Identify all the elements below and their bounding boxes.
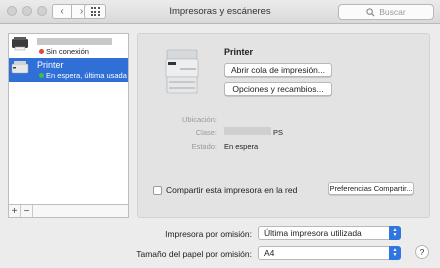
printer-list[interactable]: Sin conexión Printer En espera, última u… [8,33,129,205]
search-icon [366,7,375,17]
default-printer-label: Impresora por omisión: [165,229,252,239]
minus-icon: − [23,205,30,217]
sharing-preferences-button[interactable]: Preferencias Compartir... [328,182,414,195]
share-printer-checkbox[interactable] [153,185,162,195]
options-supplies-button[interactable]: Opciones y recambios... [224,82,332,96]
default-paper-size-label: Tamaño del papel por omisión: [136,249,252,259]
printer-status: En espera, última usada [39,71,127,80]
idle-status-dot [39,73,44,78]
printer-title: Printer [224,47,254,57]
printer-name-redacted [37,36,112,45]
default-printer-value: Última impresora utilizada [264,228,362,238]
share-printer-row: Compartir esta impresora en la red [153,185,297,195]
title-bar: ‹ › Impresoras y escáneres Buscar [0,0,440,24]
search-placeholder: Buscar [379,7,406,17]
printer-status-text: Sin conexión [46,47,89,56]
printer-status-text: En espera, última usada [46,71,127,80]
add-printer-button[interactable]: + [9,205,21,217]
printer-list-item-selected[interactable]: Printer En espera, última usada [9,58,128,82]
printer-list-item[interactable]: Sin conexión [9,34,128,58]
printer-detail-pane: Printer Abrir cola de impresión... Opcio… [137,33,430,218]
kind-value-redacted [224,127,271,135]
printer-thumbnail-icon [11,61,29,74]
offline-status-dot [39,49,44,54]
search-field[interactable]: Buscar [338,4,434,20]
status-label: Estado: [191,142,217,151]
printer-status: Sin conexión [39,47,89,56]
remove-printer-button[interactable]: − [21,205,33,217]
printer-image [165,49,199,94]
question-mark-icon: ? [419,247,425,257]
location-label: Ubicación: [181,115,217,124]
printer-thumbnail-icon [12,37,28,51]
help-button[interactable]: ? [415,245,429,259]
list-controls: + − [8,205,129,218]
printer-name: Printer [37,60,64,70]
kind-value: PS [273,128,284,137]
default-printer-select[interactable]: Última impresora utilizada ▲ ▼ [258,226,401,240]
popup-arrows-icon: ▲ ▼ [389,246,401,260]
default-paper-size-value: A4 [264,248,275,258]
kind-label: Clase: [195,128,217,137]
share-printer-label[interactable]: Compartir esta impresora en la red [166,185,297,195]
plus-icon: + [11,205,18,217]
status-value: En espera [224,142,259,151]
default-paper-size-select[interactable]: A4 ▲ ▼ [258,246,401,260]
popup-arrows-icon: ▲ ▼ [389,226,401,240]
open-print-queue-button[interactable]: Abrir cola de impresión... [224,63,332,77]
